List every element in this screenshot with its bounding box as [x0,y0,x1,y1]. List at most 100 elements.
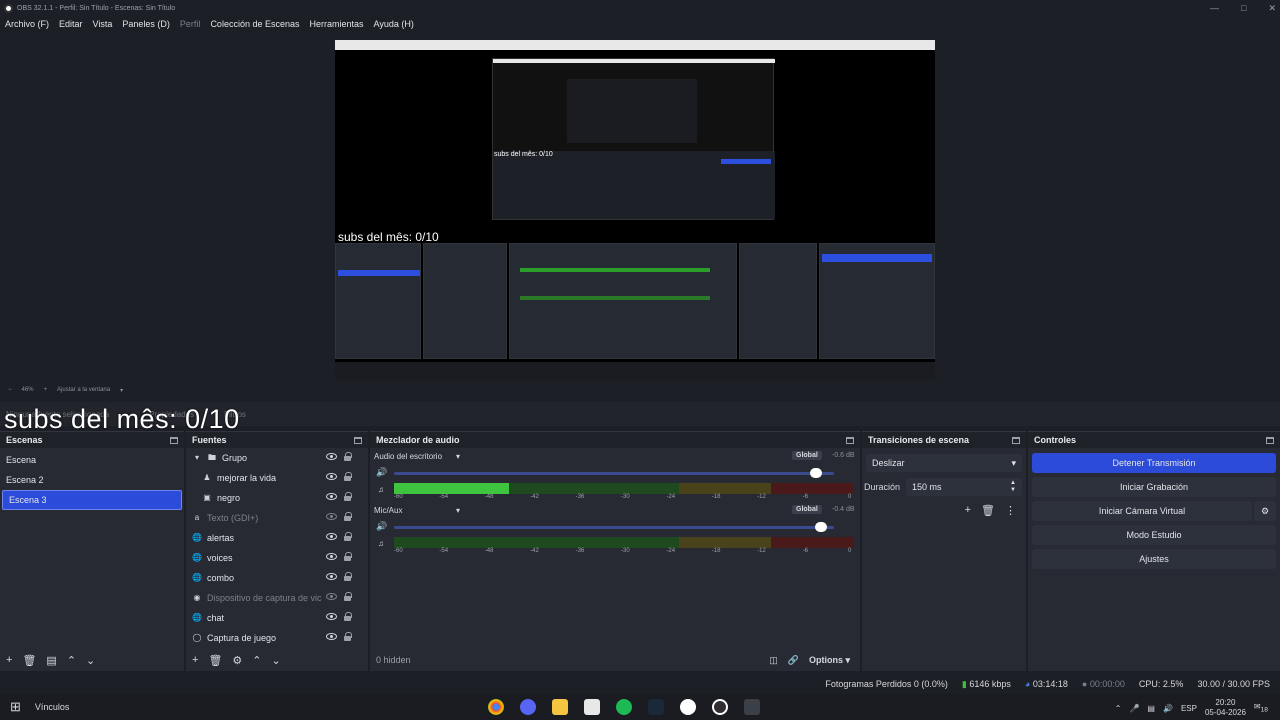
undock-icon[interactable] [354,436,362,444]
speaker-icon[interactable]: 🔊 [376,521,387,532]
volume-slider-handle[interactable] [810,468,823,478]
trash-icon[interactable]: 🗑 [22,654,36,667]
undock-icon[interactable] [170,436,178,444]
global-badge[interactable]: Global [792,505,822,514]
headphone-icon[interactable]: ♫ [378,485,384,494]
minimize-icon[interactable]: — [1210,3,1219,13]
eye-hidden-icon[interactable] [326,593,337,600]
menu-docks[interactable]: Paneles (D) [117,19,175,29]
start-recording-button[interactable]: Iniciar Grabación [1032,477,1276,497]
scene-item[interactable]: Escena [0,450,184,470]
global-badge[interactable]: Global [792,451,822,460]
chevron-down-icon[interactable]: ⌄ [272,654,281,667]
lang-label[interactable]: ESP [1181,704,1197,713]
chevron-up-icon[interactable]: ⌃ [67,654,76,667]
undock-icon[interactable] [846,436,854,444]
undock-icon[interactable] [1012,436,1020,444]
eye-icon[interactable] [326,453,337,460]
zoom-in-button[interactable]: + [44,387,48,393]
speaker-icon[interactable]: 🔊 [376,467,387,478]
eye-icon[interactable] [326,633,337,640]
steam-icon[interactable] [648,699,664,715]
clock[interactable]: 20:20 05-04-2026 [1205,698,1246,718]
scene-item-selected[interactable]: Escena 3 [2,490,182,510]
start-virtualcam-button[interactable]: Iniciar Cámara Virtual [1032,501,1252,521]
zoom-out-button[interactable]: − [8,387,12,393]
network-icon[interactable]: ▤ [1147,704,1155,713]
source-item[interactable]: 🌐 combo [192,568,368,588]
chevron-down-icon[interactable]: ▾ [120,387,123,394]
eye-icon[interactable] [326,613,337,620]
more-icon[interactable]: ⋮ [1005,504,1016,517]
source-item[interactable]: ▾ 🖿 Grupo [192,448,368,468]
menu-scene-collection[interactable]: Colección de Escenas [205,19,304,29]
eye-icon[interactable] [326,573,337,580]
folder-icon[interactable] [552,699,568,715]
spotify-icon[interactable] [616,699,632,715]
chevron-down-icon[interactable]: ⌄ [86,654,95,667]
settings-button[interactable]: Ajustes [1032,549,1276,569]
maximize-icon[interactable]: □ [1241,3,1246,13]
lock-icon[interactable] [344,552,352,561]
add-icon[interactable]: + [192,654,198,666]
menu-help[interactable]: Ayuda (H) [369,19,419,29]
add-icon[interactable]: + [965,504,971,517]
volume-slider-track[interactable] [394,526,834,529]
lock-icon[interactable] [344,492,352,501]
lock-icon[interactable] [344,472,352,481]
menu-view[interactable]: Vista [88,19,118,29]
stop-stream-button[interactable]: Detener Transmisión [1032,453,1276,473]
lock-icon[interactable] [344,512,352,521]
discord-icon[interactable] [520,699,536,715]
notification-icon[interactable]: ✉18 [1254,702,1268,714]
spin-arrows-icon[interactable]: ▲ ▼ [1010,480,1016,494]
settings-app-icon[interactable] [680,699,696,715]
chevron-down-icon[interactable]: ▾ [192,453,202,463]
app-icon[interactable] [744,699,760,715]
source-item[interactable]: a Texto (GDI+) [192,508,368,528]
eye-icon[interactable] [326,493,337,500]
transition-select[interactable]: Deslizar ▾ [866,454,1022,472]
duration-spinbox[interactable]: 150 ms ▲ ▼ [906,478,1022,496]
gear-icon[interactable]: ⚙ [1254,501,1276,521]
chrome-icon[interactable] [488,699,504,715]
undock-icon[interactable] [1266,436,1274,444]
source-item[interactable]: 🌐 voices [192,548,368,568]
headphone-icon[interactable]: ♫ [378,539,384,548]
lock-icon[interactable] [344,452,352,461]
preview-canvas[interactable]: subs del mês: 0/10 subs del mês: 0/10 [335,40,935,380]
lock-icon[interactable] [344,612,352,621]
source-item[interactable]: 🌐 alertas [192,528,368,548]
chevron-down-icon[interactable]: ▾ [456,452,460,461]
lock-icon[interactable] [344,632,352,641]
options-button[interactable]: Options ▾ [809,655,850,666]
studio-mode-button[interactable]: Modo Estudio [1032,525,1276,545]
layout-icon[interactable]: ◫ [769,655,778,666]
chevron-up-icon[interactable]: ⌃ [1115,704,1122,713]
eye-hidden-icon[interactable] [326,513,337,520]
mic-icon[interactable]: 🎤 [1129,704,1139,713]
store-icon[interactable] [584,699,600,715]
volume-icon[interactable]: 🔊 [1163,704,1173,713]
trash-icon[interactable]: 🗑 [208,654,222,667]
chevron-down-icon[interactable]: ▾ [456,506,460,515]
source-item[interactable]: ◉ Dispositivo de captura de vic [192,588,368,608]
eye-icon[interactable] [326,533,337,540]
taskbar-search-label[interactable]: Vínculos [35,702,70,712]
source-item[interactable]: ◯ Captura de juego [192,628,368,648]
source-item[interactable]: ▣ negro [192,488,368,508]
menu-tools[interactable]: Herramientas [305,19,369,29]
eye-icon[interactable] [326,553,337,560]
close-icon[interactable]: ✕ [1268,3,1276,14]
trash-icon[interactable]: 🗑 [981,504,995,517]
lock-icon[interactable] [344,592,352,601]
zoom-mode[interactable]: Ajustar a la ventana [57,387,110,393]
menu-file[interactable]: Archivo (F) [0,19,54,29]
volume-slider-track[interactable] [394,472,834,475]
eye-icon[interactable] [326,473,337,480]
source-item[interactable]: 🌐 chat [192,608,368,628]
obs-icon[interactable] [712,699,728,715]
gear-icon[interactable]: ⚙ [232,654,242,667]
menu-edit[interactable]: Editar [54,19,88,29]
windows-start-icon[interactable]: ⊞ [10,699,21,715]
